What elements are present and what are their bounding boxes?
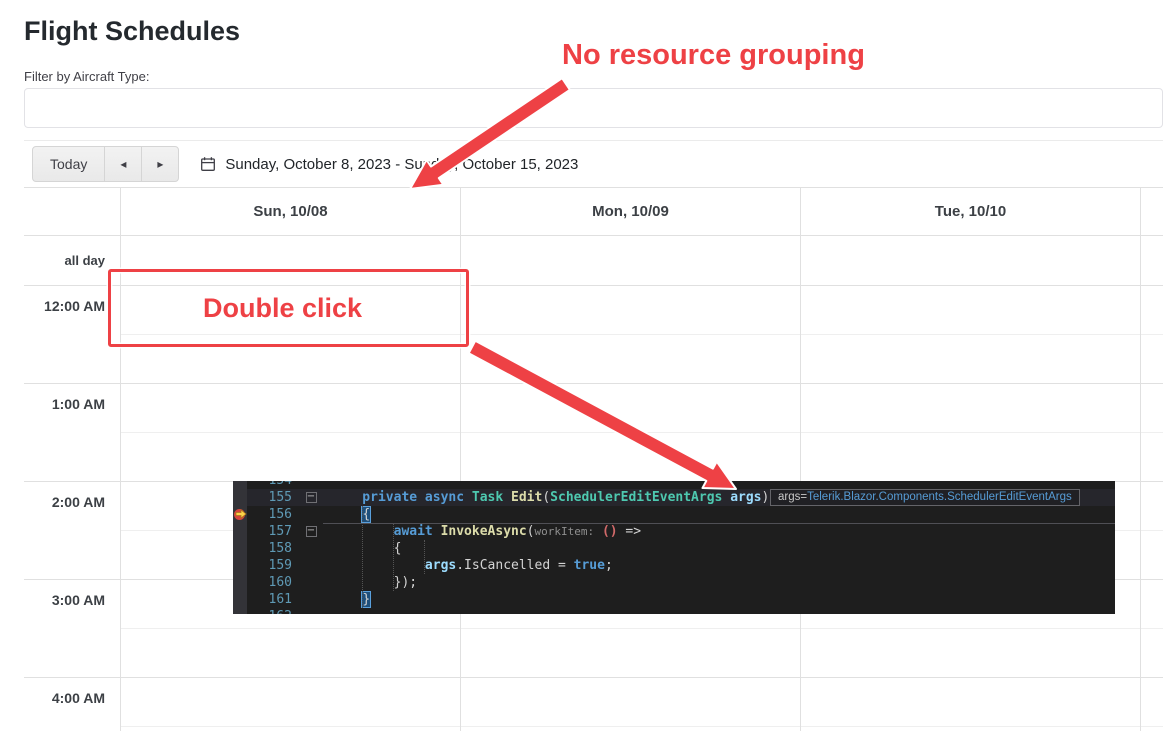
date-range-label: Sunday, October 8, 2023 - Sunday, Octobe… xyxy=(225,155,579,173)
line-number: 160 xyxy=(268,575,292,590)
time-slot[interactable] xyxy=(1140,482,1163,579)
header-time-spacer xyxy=(24,188,120,235)
time-label: 4:00 AM xyxy=(51,690,105,706)
time-slot[interactable] xyxy=(120,678,460,731)
line-number: 155 xyxy=(268,490,292,505)
next-button[interactable]: ▸ xyxy=(141,146,180,182)
filter-label: Filter by Aircraft Type: xyxy=(24,69,150,84)
prev-button[interactable]: ◂ xyxy=(104,146,143,182)
time-slot[interactable] xyxy=(800,384,1140,481)
page-title: Flight Schedules xyxy=(24,16,241,46)
debugger-datatip: args = Telerik.Blazor.Components.Schedul… xyxy=(770,489,1080,506)
indent-guide xyxy=(362,506,363,608)
date-range-button[interactable]: Sunday, October 8, 2023 - Sunday, Octobe… xyxy=(200,156,578,173)
all-day-label: all day xyxy=(64,253,105,268)
hour-row: 4:00 AM xyxy=(24,678,1163,731)
day-header-tue: Tue, 10/10 xyxy=(800,188,1140,235)
no-grouping-annotation: No resource grouping xyxy=(562,39,865,71)
code-line: 154 xyxy=(233,481,1115,489)
time-slot[interactable] xyxy=(460,678,800,731)
chevron-right-icon: ▸ xyxy=(157,157,164,171)
line-number: 157 xyxy=(268,524,292,539)
all-day-cell[interactable] xyxy=(460,236,800,285)
time-slot[interactable] xyxy=(460,286,800,383)
day-header-row: Sun, 10/08 Mon, 10/09 Tue, 10/10 xyxy=(24,188,1163,236)
code-line: 158 { xyxy=(233,540,1115,557)
time-slot[interactable] xyxy=(120,384,460,481)
line-number: 159 xyxy=(268,558,292,573)
day-header-mon: Mon, 10/09 xyxy=(460,188,800,235)
line-number: 154 xyxy=(247,481,299,489)
double-click-annotation: Double click xyxy=(203,293,363,323)
nav-button-group: Today ◂ ▸ xyxy=(32,146,180,182)
day-header-sun: Sun, 10/08 xyxy=(120,188,460,235)
datatip-value: Telerik.Blazor.Components.SchedulerEditE… xyxy=(807,491,1072,503)
time-label: 1:00 AM xyxy=(51,396,105,412)
indent-guide xyxy=(393,523,394,591)
flight-scheduler: Today ◂ ▸ Sunday, October 8, 2023 - Sund… xyxy=(24,140,1163,731)
time-slot[interactable] xyxy=(1140,580,1163,677)
current-line-separator xyxy=(323,523,1115,524)
line-number: 161 xyxy=(268,592,292,607)
all-day-cell[interactable] xyxy=(1140,236,1163,285)
chevron-left-icon: ◂ xyxy=(120,157,127,171)
code-line: 156 { xyxy=(233,506,1115,523)
time-slot[interactable] xyxy=(1140,286,1163,383)
time-slot[interactable] xyxy=(1140,678,1163,731)
code-line: 160 }); xyxy=(233,574,1115,591)
code-line: 159 args.IsCancelled = true; xyxy=(233,557,1115,574)
line-number: 156 xyxy=(268,507,292,522)
day-header-next xyxy=(1140,188,1163,235)
code-line: 161 } xyxy=(233,591,1115,608)
hour-row: 1:00 AM xyxy=(24,384,1163,482)
indent-guide xyxy=(424,540,425,574)
datatip-equals: = xyxy=(800,491,808,503)
code-fold-icon: − xyxy=(305,525,317,537)
code-editor-screenshot: 154155− private async Task Edit(Schedule… xyxy=(233,481,1115,614)
time-slot[interactable] xyxy=(1140,384,1163,481)
time-label: 3:00 AM xyxy=(51,592,105,608)
code-fold-icon: − xyxy=(305,491,317,503)
today-button[interactable]: Today xyxy=(32,146,106,182)
code-line: 157− await InvokeAsync(workItem: () => xyxy=(233,523,1115,540)
aircraft-type-filter-input[interactable] xyxy=(24,88,1163,128)
datatip-variable: args xyxy=(778,491,801,503)
line-number: 162 xyxy=(247,608,299,614)
line-number: 158 xyxy=(268,541,292,556)
time-slot[interactable] xyxy=(460,384,800,481)
current-statement-arrow-icon xyxy=(235,508,247,520)
time-label: 2:00 AM xyxy=(51,494,105,510)
all-day-cell[interactable] xyxy=(800,236,1140,285)
time-slot[interactable] xyxy=(800,286,1140,383)
code-line: 162 xyxy=(233,608,1115,614)
scheduler-toolbar: Today ◂ ▸ Sunday, October 8, 2023 - Sund… xyxy=(24,141,1163,188)
calendar-icon xyxy=(200,156,216,172)
time-label: 12:00 AM xyxy=(44,298,105,314)
time-slot[interactable] xyxy=(800,678,1140,731)
